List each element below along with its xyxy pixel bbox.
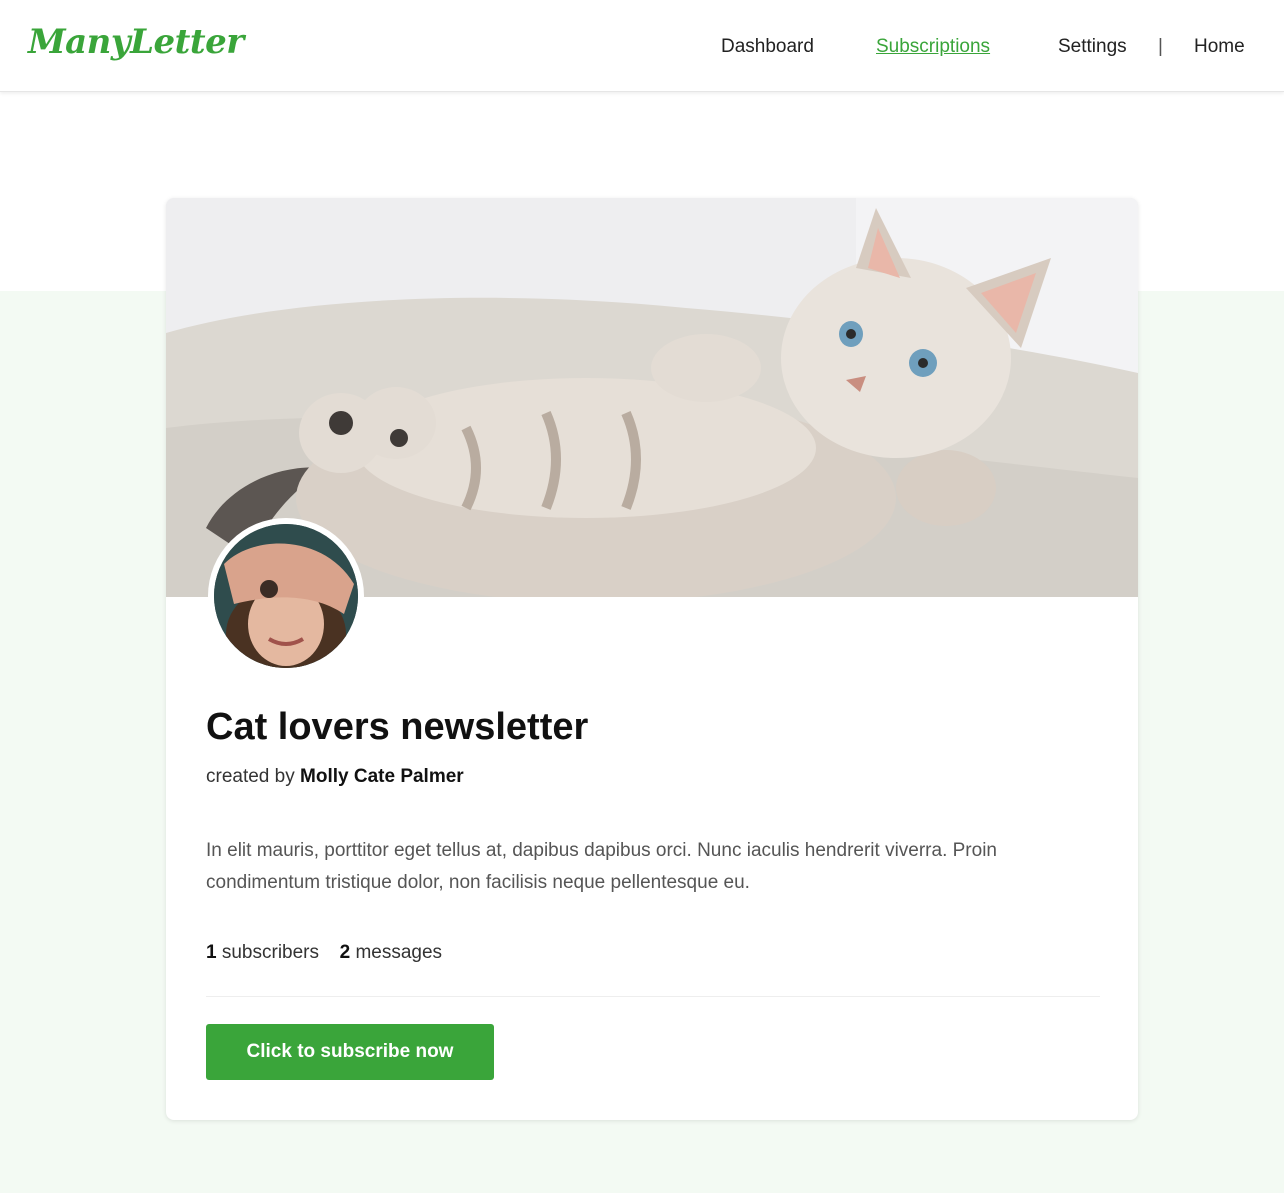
nav-link-home[interactable]: Home [1194, 34, 1245, 60]
nav-link-subscriptions[interactable]: Subscriptions [876, 34, 990, 60]
author-avatar-photo [214, 524, 358, 668]
newsletter-card: Cat lovers newsletter created by Molly C… [166, 198, 1138, 1120]
subscribe-button[interactable]: Click to subscribe now [206, 1024, 494, 1080]
top-nav-bar: ManyLetter Dashboard Subscriptions Setti… [0, 0, 1284, 92]
newsletter-description: In elit mauris, porttitor eget tellus at… [206, 840, 997, 893]
author-byline: created by Molly Cate Palmer [206, 766, 464, 788]
messages-count: 2 [339, 942, 351, 963]
divider [206, 996, 1100, 997]
newsletter-title: Cat lovers newsletter [206, 706, 589, 748]
subscribers-count: 1 [206, 942, 217, 963]
nav-separator: | [1158, 36, 1163, 57]
nav-link-dashboard[interactable]: Dashboard [721, 34, 814, 60]
subscribers-label: subscribers [221, 942, 320, 963]
created-by-label: created by [206, 766, 295, 787]
avatar [208, 518, 364, 674]
newsletter-stats: 1 subscribers 2 messages [206, 942, 442, 964]
messages-label: messages [355, 942, 443, 963]
author-name: Molly Cate Palmer [300, 766, 464, 787]
nav-link-settings[interactable]: Settings [1058, 34, 1127, 60]
main-nav: Dashboard Subscriptions Settings | Home [0, 34, 1284, 60]
